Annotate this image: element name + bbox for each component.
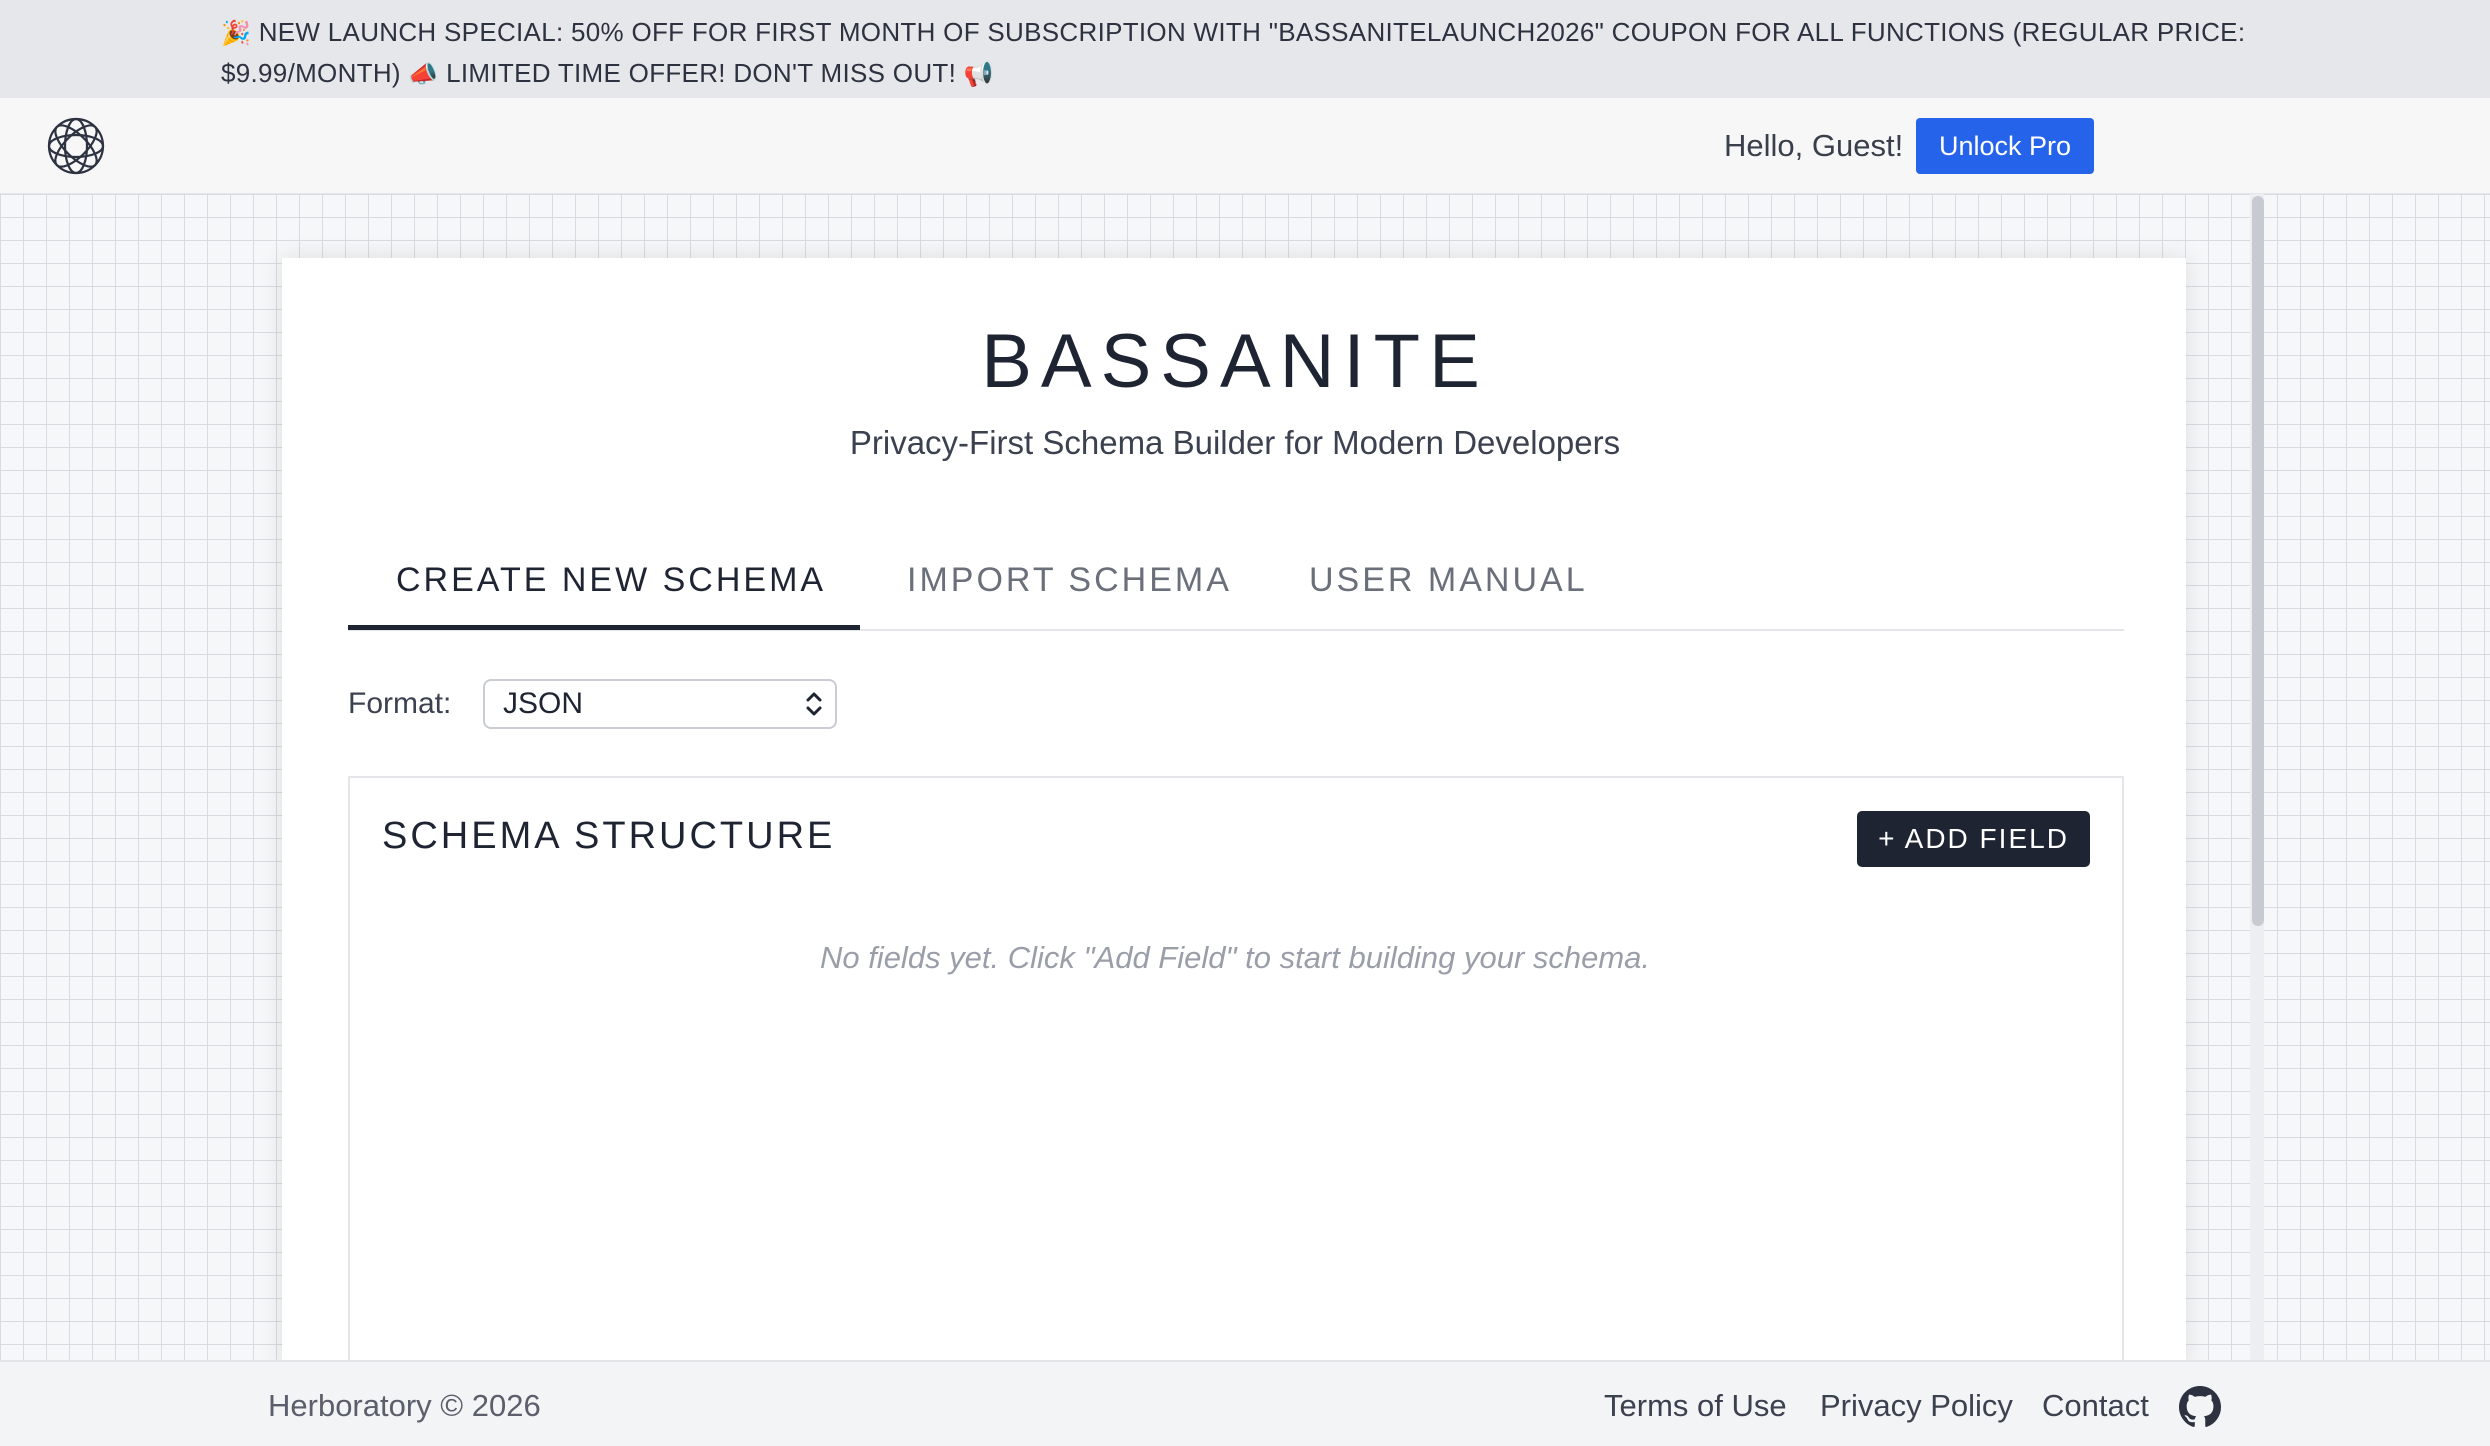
tab-user-manual[interactable]: USER MANUAL — [1309, 556, 1588, 628]
app-title: BASSANITE — [981, 319, 1489, 404]
github-icon[interactable] — [2179, 1386, 2221, 1428]
contact-link[interactable]: Contact — [2042, 1386, 2149, 1426]
schema-structure-title: SCHEMA STRUCTURE — [382, 815, 836, 857]
megaphone-icon: 📣 — [408, 60, 439, 88]
tab-create-new-schema[interactable]: CREATE NEW SCHEMA — [396, 556, 826, 628]
app-subtitle: Privacy-First Schema Builder for Modern … — [849, 424, 1621, 461]
orbit-logo-icon[interactable] — [46, 116, 106, 176]
format-label: Format: — [348, 687, 452, 720]
top-header — [0, 98, 2490, 194]
promo-banner: 🎉 NEW LAUNCH SPECIAL: 50% OFF FOR FIRST … — [0, 0, 2490, 98]
footer-copyright: Herboratory © 2026 — [268, 1388, 541, 1423]
add-field-button[interactable]: + ADD FIELD — [1857, 811, 2090, 867]
empty-fields-message: No fields yet. Click "Add Field" to star… — [819, 940, 1651, 975]
loudspeaker-icon: 📢 — [963, 60, 994, 88]
format-select[interactable]: JSON — [483, 679, 837, 729]
tab-import-schema[interactable]: IMPORT SCHEMA — [907, 556, 1232, 628]
privacy-policy-link[interactable]: Privacy Policy — [1820, 1386, 2013, 1426]
terms-of-use-link[interactable]: Terms of Use — [1604, 1386, 1787, 1426]
scrollbar-thumb[interactable] — [2252, 196, 2264, 926]
unlock-pro-button[interactable]: Unlock Pro — [1916, 118, 2094, 174]
party-popper-icon: 🎉 — [221, 19, 252, 47]
active-tab-indicator — [348, 625, 860, 630]
greeting-text: Hello, Guest! — [1724, 128, 1904, 163]
chevron-up-down-icon — [806, 692, 822, 716]
format-selected-value: JSON — [503, 687, 584, 720]
schema-structure-panel — [348, 776, 2124, 1376]
promo-text-2: LIMITED TIME OFFER! DON'T MISS OUT! — [446, 58, 957, 88]
